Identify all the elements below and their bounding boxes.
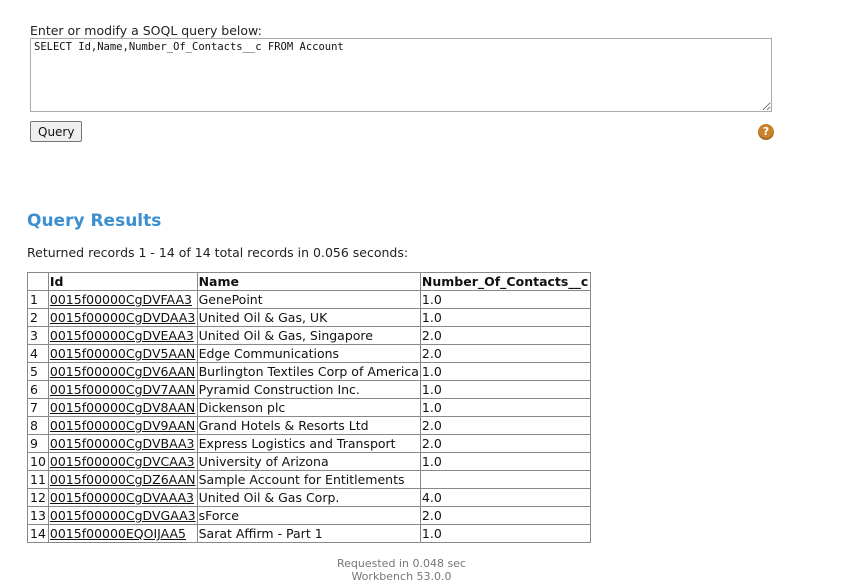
record-id-cell: 0015f00000CgDV8AAN bbox=[47, 398, 198, 417]
number-of-contacts-cell: 1.0 bbox=[419, 452, 591, 471]
results-title: Query Results bbox=[27, 211, 162, 231]
record-id-link[interactable]: 0015f00000CgDVFAA3 bbox=[50, 292, 192, 307]
results-table: Id Name Number_Of_Contacts__c 1 0015f0000… bbox=[27, 272, 591, 543]
account-name-cell: University of Arizona bbox=[196, 452, 421, 471]
table-row: 11 0015f00000CgDZ6AAN Sample Account for E… bbox=[27, 470, 591, 489]
table-row: 4 0015f00000CgDV5AAN Edge Communications 2.… bbox=[27, 344, 591, 363]
record-id-cell: 0015f00000CgDVEAA3 bbox=[47, 326, 198, 345]
row-number: 13 bbox=[27, 506, 49, 525]
number-of-contacts-cell: 2.0 bbox=[419, 434, 591, 453]
row-number: 14 bbox=[27, 524, 49, 543]
row-number: 7 bbox=[27, 398, 49, 417]
record-id-link[interactable]: 0015f00000CgDVDAA3 bbox=[50, 310, 195, 325]
table-row: 10 0015f00000CgDVCAA3 University of Arizon… bbox=[27, 452, 591, 471]
record-id-cell: 0015f00000CgDV5AAN bbox=[47, 344, 198, 363]
number-of-contacts-cell bbox=[419, 470, 591, 489]
record-id-link[interactable]: 0015f00000CgDV5AAN bbox=[50, 346, 195, 361]
column-header-id: Id bbox=[47, 272, 198, 291]
number-of-contacts-cell: 2.0 bbox=[419, 344, 591, 363]
table-header-row: Id Name Number_Of_Contacts__c bbox=[27, 272, 591, 291]
table-row: 9 0015f00000CgDVBAA3 Express Logistics and… bbox=[27, 434, 591, 453]
record-id-link[interactable]: 0015f00000CgDV7AAN bbox=[50, 382, 195, 397]
row-number: 11 bbox=[27, 470, 49, 489]
table-row: 13 0015f00000CgDVGAA3 sForce 2.0 bbox=[27, 506, 591, 525]
table-row: 1 0015f00000CgDVFAA3 GenePoint 1.0 bbox=[27, 290, 591, 309]
number-of-contacts-cell: 2.0 bbox=[419, 326, 591, 345]
number-of-contacts-cell: 1.0 bbox=[419, 308, 591, 327]
record-id-cell: 0015f00000CgDV9AAN bbox=[47, 416, 198, 435]
row-number: 3 bbox=[27, 326, 49, 345]
table-row: 2 0015f00000CgDVDAA3 United Oil & Gas, UK 1… bbox=[27, 308, 591, 327]
table-row: 3 0015f00000CgDVEAA3 United Oil & Gas, Sin… bbox=[27, 326, 591, 345]
record-id-cell: 0015f00000CgDVFAA3 bbox=[47, 290, 198, 309]
number-of-contacts-cell: 1.0 bbox=[419, 380, 591, 399]
table-row: 6 0015f00000CgDV7AAN Pyramid Construction … bbox=[27, 380, 591, 399]
account-name-cell: Dickenson plc bbox=[196, 398, 421, 417]
account-name-cell: GenePoint bbox=[196, 290, 421, 309]
record-id-link[interactable]: 0015f00000CgDVAAA3 bbox=[50, 490, 194, 505]
account-name-cell: Sample Account for Entitlements bbox=[196, 470, 421, 489]
record-id-cell: 0015f00000CgDV7AAN bbox=[47, 380, 198, 399]
record-id-link[interactable]: 0015f00000CgDV8AAN bbox=[50, 400, 195, 415]
record-id-link[interactable]: 0015f00000CgDVBAA3 bbox=[50, 436, 195, 451]
row-number: 5 bbox=[27, 362, 49, 381]
account-name-cell: Express Logistics and Transport bbox=[196, 434, 421, 453]
column-header-row-number bbox=[27, 272, 49, 291]
record-id-cell: 0015f00000CgDV6AAN bbox=[47, 362, 198, 381]
record-id-link[interactable]: 0015f00000CgDVCAA3 bbox=[50, 454, 195, 469]
number-of-contacts-cell: 4.0 bbox=[419, 488, 591, 507]
account-name-cell: Burlington Textiles Corp of America bbox=[196, 362, 421, 381]
number-of-contacts-cell: 1.0 bbox=[419, 398, 591, 417]
row-number: 10 bbox=[27, 452, 49, 471]
number-of-contacts-cell: 1.0 bbox=[419, 290, 591, 309]
account-name-cell: United Oil & Gas, Singapore bbox=[196, 326, 421, 345]
help-icon[interactable]: ? bbox=[758, 124, 774, 140]
record-id-cell: 0015f00000EQOIJAA5 bbox=[47, 524, 198, 543]
results-table-body: 1 0015f00000CgDVFAA3 GenePoint 1.0 2 0015f000… bbox=[27, 290, 591, 543]
table-row: 12 0015f00000CgDVAAA3 United Oil & Gas Cor… bbox=[27, 488, 591, 507]
record-id-link[interactable]: 0015f00000CgDVEAA3 bbox=[50, 328, 194, 343]
account-name-cell: sForce bbox=[196, 506, 421, 525]
record-id-link[interactable]: 0015f00000CgDVGAA3 bbox=[50, 508, 196, 523]
record-id-link[interactable]: 0015f00000CgDV9AAN bbox=[50, 418, 195, 433]
column-header-number-of-contacts: Number_Of_Contacts__c bbox=[419, 272, 591, 291]
table-row: 7 0015f00000CgDV8AAN Dickenson plc 1.0 bbox=[27, 398, 591, 417]
account-name-cell: Pyramid Construction Inc. bbox=[196, 380, 421, 399]
row-number: 1 bbox=[27, 290, 49, 309]
results-summary: Returned records 1 - 14 of 14 total reco… bbox=[27, 245, 409, 260]
number-of-contacts-cell: 2.0 bbox=[419, 416, 591, 435]
row-number: 2 bbox=[27, 308, 49, 327]
number-of-contacts-cell: 1.0 bbox=[419, 524, 591, 543]
record-id-cell: 0015f00000CgDVDAA3 bbox=[47, 308, 198, 327]
footer-requested-time: Requested in 0.048 sec bbox=[337, 557, 466, 570]
table-row: 8 0015f00000CgDV9AAN Grand Hotels & Resort… bbox=[27, 416, 591, 435]
row-number: 8 bbox=[27, 416, 49, 435]
row-number: 4 bbox=[27, 344, 49, 363]
row-number: 12 bbox=[27, 488, 49, 507]
query-button[interactable]: Query bbox=[30, 121, 83, 142]
record-id-link[interactable]: 0015f00000CgDV6AAN bbox=[50, 364, 195, 379]
account-name-cell: Grand Hotels & Resorts Ltd bbox=[196, 416, 421, 435]
record-id-link[interactable]: 0015f00000EQOIJAA5 bbox=[50, 526, 186, 541]
number-of-contacts-cell: 1.0 bbox=[419, 362, 591, 381]
account-name-cell: Sarat Affirm - Part 1 bbox=[196, 524, 421, 543]
footer-version: Workbench 53.0.0 bbox=[351, 570, 452, 583]
account-name-cell: Edge Communications bbox=[196, 344, 421, 363]
query-prompt: Enter or modify a SOQL query below: bbox=[30, 23, 262, 38]
account-name-cell: United Oil & Gas Corp. bbox=[196, 488, 421, 507]
record-id-cell: 0015f00000CgDVBAA3 bbox=[47, 434, 198, 453]
number-of-contacts-cell: 2.0 bbox=[419, 506, 591, 525]
table-row: 5 0015f00000CgDV6AAN Burlington Textiles C… bbox=[27, 362, 591, 381]
column-header-name: Name bbox=[196, 272, 421, 291]
soql-query-input[interactable]: SELECT Id,Name,Number_Of_Contacts__c FRO… bbox=[30, 38, 772, 112]
record-id-cell: 0015f00000CgDVGAA3 bbox=[47, 506, 198, 525]
row-number: 6 bbox=[27, 380, 49, 399]
record-id-cell: 0015f00000CgDVAAA3 bbox=[47, 488, 198, 507]
table-row: 14 0015f00000EQOIJAA5 Sarat Affirm - Part … bbox=[27, 524, 591, 543]
account-name-cell: United Oil & Gas, UK bbox=[196, 308, 421, 327]
row-number: 9 bbox=[27, 434, 49, 453]
record-id-cell: 0015f00000CgDZ6AAN bbox=[47, 470, 198, 489]
record-id-cell: 0015f00000CgDVCAA3 bbox=[47, 452, 198, 471]
record-id-link[interactable]: 0015f00000CgDZ6AAN bbox=[50, 472, 196, 487]
